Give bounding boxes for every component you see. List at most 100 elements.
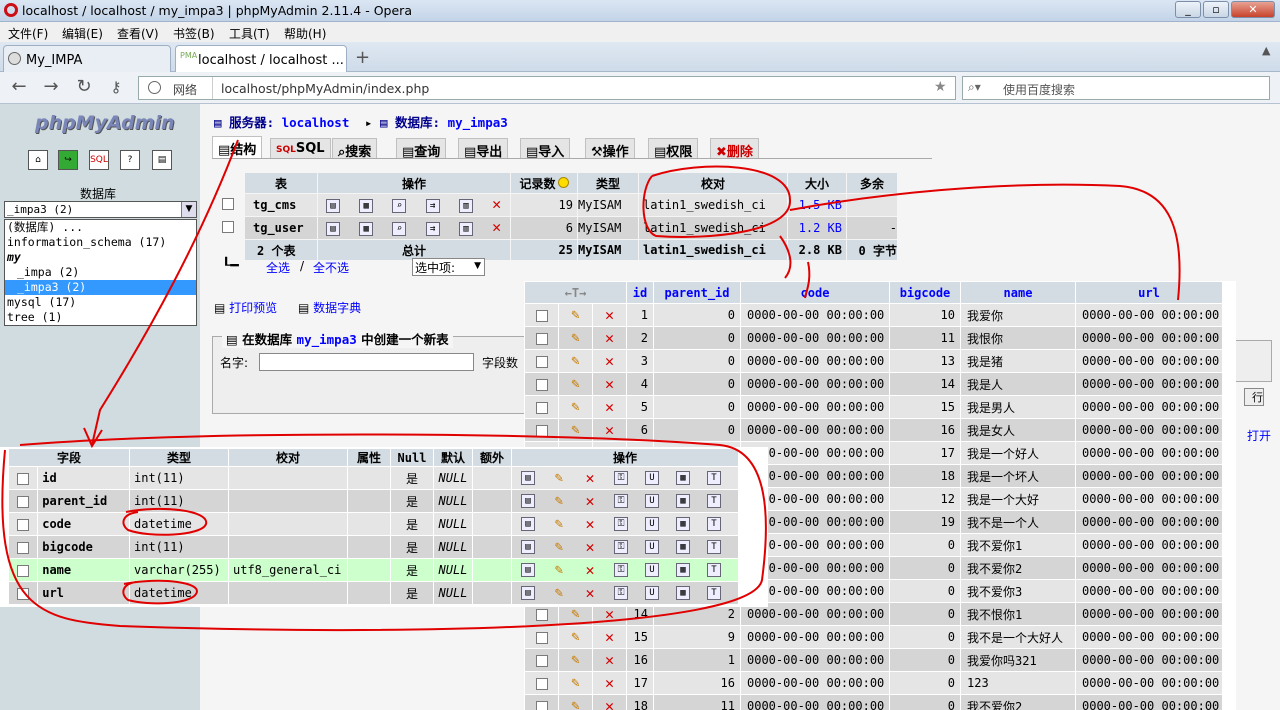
- unique-icon[interactable]: U: [645, 586, 659, 601]
- unique-icon[interactable]: U: [645, 517, 659, 532]
- browse-icon[interactable]: ▤: [521, 471, 535, 486]
- edit-icon[interactable]: ✎: [555, 493, 563, 509]
- empty-icon[interactable]: ▥: [458, 198, 473, 213]
- drop-icon[interactable]: ✕: [585, 538, 594, 556]
- list-item[interactable]: _impa (2): [5, 265, 196, 280]
- edit-icon[interactable]: ✎: [571, 353, 579, 369]
- drop-icon[interactable]: ✕: [492, 195, 501, 213]
- row-checkbox[interactable]: [535, 309, 548, 322]
- edit-icon[interactable]: ✎: [571, 376, 579, 392]
- table-row[interactable]: bigcode int(11) 是 NULL ▤ ✎ ✕ ⚿ U ▦ T: [9, 536, 738, 558]
- menu-tools[interactable]: 工具(T): [229, 25, 270, 42]
- table-row[interactable]: ✎ ✕ 5 0 0000-00-00 00:00:00 15 我是男人 0000-00-00 …: [525, 396, 1222, 418]
- tab-drop[interactable]: ✖删除: [710, 138, 759, 160]
- edit-icon[interactable]: ✎: [571, 629, 579, 645]
- menu-file[interactable]: 文件(F): [8, 25, 48, 42]
- table-row[interactable]: ✎ ✕ 2 0 0000-00-00 00:00:00 11 我恨你 0000-00-00 0…: [525, 327, 1222, 349]
- new-tab-button[interactable]: +: [355, 47, 370, 68]
- edit-icon[interactable]: ✎: [555, 516, 563, 532]
- table-row[interactable]: ✎ ✕ 16 1 0000-00-00 00:00:00 0 我爱你吗321 0000-00-…: [525, 649, 1222, 671]
- browse-icon[interactable]: ▤: [326, 198, 340, 213]
- row-checkbox[interactable]: [17, 472, 30, 485]
- edit-icon[interactable]: ✎: [571, 330, 579, 346]
- edit-icon[interactable]: ✎: [571, 422, 579, 438]
- empty-icon[interactable]: ▥: [458, 221, 473, 236]
- insert-icon[interactable]: ⇉: [425, 198, 440, 213]
- table-row[interactable]: id int(11) 是 NULL ▤ ✎ ✕ ⚿ U ▦ T: [9, 467, 738, 489]
- tab-operations[interactable]: ⚒操作: [585, 138, 635, 160]
- key-icon[interactable]: ⚷: [105, 77, 127, 99]
- tab-query[interactable]: ▤查询: [396, 138, 447, 160]
- tab-import[interactable]: ▤导入: [520, 138, 571, 160]
- row-checkbox[interactable]: [17, 541, 30, 554]
- minimize-button[interactable]: _: [1175, 1, 1201, 18]
- insert-icon[interactable]: ⇉: [425, 221, 440, 236]
- close-button[interactable]: ✕: [1231, 1, 1275, 18]
- search-icon[interactable]: ⌕: [392, 198, 407, 213]
- print-view[interactable]: ▤ 打印预览: [214, 299, 277, 316]
- unique-icon[interactable]: U: [645, 494, 659, 509]
- delete-icon[interactable]: ✕: [605, 375, 614, 393]
- go-button[interactable]: 行: [1244, 388, 1264, 406]
- edit-icon[interactable]: ✎: [555, 585, 563, 601]
- fulltext-icon[interactable]: T: [707, 494, 721, 509]
- maximize-button[interactable]: ▫: [1203, 1, 1229, 18]
- help-icon[interactable]: ?: [120, 150, 140, 170]
- delete-icon[interactable]: ✕: [605, 697, 614, 710]
- uncheck-all-link[interactable]: 全不选: [313, 259, 349, 276]
- primary-key-icon[interactable]: ⚿: [614, 517, 628, 532]
- database-select[interactable]: _impa3 (2) ▼: [4, 201, 197, 218]
- table-row[interactable]: ✎ ✕ 15 9 0000-00-00 00:00:00 0 我不是一个大好人 0000-00…: [525, 626, 1222, 648]
- delete-icon[interactable]: ✕: [605, 628, 614, 646]
- edit-icon[interactable]: ✎: [571, 307, 579, 323]
- fulltext-icon[interactable]: T: [707, 517, 721, 532]
- browse-icon[interactable]: ▤: [521, 517, 535, 532]
- edit-icon[interactable]: ✎: [571, 606, 579, 622]
- primary-key-icon[interactable]: ⚿: [614, 586, 628, 601]
- row-checkbox[interactable]: [535, 424, 548, 437]
- index-icon[interactable]: ▦: [676, 540, 690, 555]
- tab-sql[interactable]: SQLSQL: [270, 138, 331, 158]
- browse-icon[interactable]: ▤: [326, 221, 340, 236]
- row-checkbox[interactable]: [535, 700, 548, 710]
- row-checkbox[interactable]: [222, 198, 234, 210]
- delete-icon[interactable]: ✕: [605, 329, 614, 347]
- tab-my-impa[interactable]: My_IMPA: [3, 45, 171, 72]
- browse-icon[interactable]: ▤: [521, 540, 535, 555]
- table-row[interactable]: ✎ ✕ 17 16 0000-00-00 00:00:00 0 123 0000-00-00 …: [525, 672, 1222, 694]
- browse-icon[interactable]: ▤: [521, 563, 535, 578]
- table-row[interactable]: ✎ ✕ 1 0 0000-00-00 00:00:00 10 我爱你 0000-00-00 0…: [525, 304, 1222, 326]
- drop-icon[interactable]: ✕: [492, 218, 501, 236]
- drop-icon[interactable]: ✕: [585, 584, 594, 602]
- index-icon[interactable]: ▦: [676, 586, 690, 601]
- list-item[interactable]: tree (1): [5, 310, 196, 325]
- edit-icon[interactable]: ✎: [571, 399, 579, 415]
- table-row[interactable]: ✎ ✕ 18 11 0000-00-00 00:00:00 0 我不爱你2 0000-00-0…: [525, 695, 1222, 710]
- menu-bookmarks[interactable]: 书签(B): [173, 25, 215, 42]
- drop-icon[interactable]: ✕: [585, 492, 594, 510]
- row-checkbox[interactable]: [535, 631, 548, 644]
- row-checkbox[interactable]: [17, 564, 30, 577]
- menu-view[interactable]: 查看(V): [117, 25, 159, 42]
- structure-icon[interactable]: ▦: [359, 221, 374, 236]
- row-checkbox[interactable]: [535, 677, 548, 690]
- unique-icon[interactable]: U: [645, 540, 659, 555]
- check-all-link[interactable]: 全选: [266, 259, 290, 276]
- with-selected-select[interactable]: 选中项: ▼: [412, 258, 485, 276]
- unique-icon[interactable]: U: [645, 471, 659, 486]
- menu-help[interactable]: 帮助(H): [284, 25, 326, 42]
- edit-icon[interactable]: ✎: [571, 675, 579, 691]
- row-checkbox[interactable]: [222, 221, 234, 233]
- list-item[interactable]: (数据库) ...: [5, 220, 196, 235]
- drop-icon[interactable]: ✕: [585, 561, 594, 579]
- table-row[interactable]: tg_cms ▤ ▦ ⌕ ⇉ ▥ ✕ 19 MyISAM latin1_swed…: [245, 194, 897, 216]
- tab-export[interactable]: ▤导出: [458, 138, 509, 160]
- list-item[interactable]: information_schema (17): [5, 235, 196, 250]
- scroll-tabs-icon[interactable]: ▲: [1262, 44, 1270, 57]
- row-checkbox[interactable]: [535, 654, 548, 667]
- row-checkbox[interactable]: [535, 378, 548, 391]
- server-link[interactable]: localhost: [282, 115, 350, 130]
- edit-icon[interactable]: ✎: [555, 470, 563, 486]
- delete-icon[interactable]: ✕: [605, 674, 614, 692]
- data-dictionary[interactable]: ▤ 数据字典: [298, 299, 361, 316]
